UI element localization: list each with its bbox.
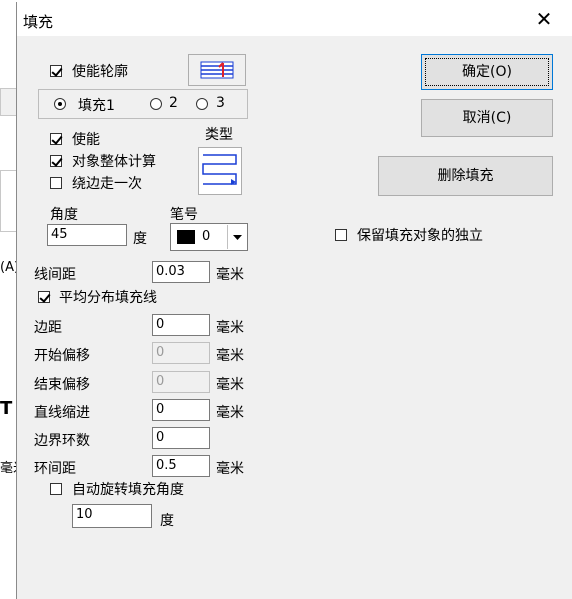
outline-preview-button[interactable] [188, 54, 246, 86]
margin-label: 边距 [34, 320, 62, 336]
enable-outline-label: 使能轮廓 [72, 64, 128, 80]
auto-rotate-checkbox[interactable] [50, 483, 62, 495]
fill-tab-1-radio[interactable] [54, 98, 66, 110]
fill-tab-1-label[interactable]: 填充1 [78, 95, 115, 115]
type-label: 类型 [205, 127, 233, 143]
background-glyph-t: T [0, 398, 13, 419]
end-offset-input[interactable]: 0 [152, 371, 210, 393]
whole-calc-label: 对象整体计算 [72, 154, 156, 170]
ok-button-label: 确定(O) [462, 64, 512, 80]
line-indent-label: 直线缩进 [34, 405, 90, 421]
fill-tabs-group: 填充1 2 3 [38, 89, 248, 119]
fill-tab-2-radio[interactable] [150, 98, 162, 110]
fill-tab-3-radio[interactable] [196, 98, 208, 110]
pen-color-swatch [177, 230, 195, 244]
cancel-button[interactable]: 取消(C) [421, 99, 553, 137]
angle-unit: 度 [133, 231, 147, 247]
edge-once-label: 绕边走一次 [72, 176, 142, 192]
background-panel-left [0, 88, 18, 116]
margin-unit: 毫米 [216, 320, 244, 336]
border-loops-label: 边界环数 [34, 433, 90, 449]
pen-label: 笔号 [170, 207, 198, 223]
pen-select[interactable]: 0 [170, 223, 248, 251]
pen-number: 0 [202, 229, 211, 244]
zigzag-fill-icon [202, 154, 237, 185]
cancel-button-label: 取消(C) [462, 110, 512, 126]
fill-type-button[interactable] [198, 147, 242, 195]
start-offset-unit: 毫米 [216, 348, 244, 364]
loop-spacing-unit: 毫米 [216, 461, 244, 477]
line-indent-input[interactable]: 0 [152, 399, 210, 421]
close-icon[interactable]: ✕ [529, 6, 559, 32]
line-spacing-unit: 毫米 [216, 267, 244, 283]
keep-independent-label: 保留填充对象的独立 [357, 228, 483, 244]
line-indent-unit: 毫米 [216, 405, 244, 421]
loop-spacing-label: 环间距 [34, 461, 76, 477]
loop-spacing-input[interactable]: 0.5 [152, 455, 210, 477]
keep-independent-checkbox[interactable] [335, 229, 347, 241]
title-bar: 填充 ✕ [17, 2, 572, 36]
fill-tab-2-label[interactable]: 2 [169, 95, 178, 111]
enable-fill-checkbox[interactable] [50, 133, 62, 145]
delete-fill-button[interactable]: 删除填充 [378, 156, 553, 196]
background-panel-left-2 [0, 170, 18, 232]
enable-fill-label: 使能 [72, 132, 100, 148]
ok-button[interactable]: 确定(O) [421, 54, 553, 90]
auto-rotate-label: 自动旋转填充角度 [72, 482, 184, 498]
end-offset-unit: 毫米 [216, 377, 244, 393]
delete-fill-button-label: 删除填充 [437, 168, 494, 184]
line-spacing-input[interactable]: 0.03 [152, 261, 210, 283]
angle-label: 角度 [50, 207, 78, 223]
avg-distribute-checkbox[interactable] [38, 291, 50, 303]
fill-tab-3-label[interactable]: 3 [216, 95, 225, 111]
angle-input[interactable]: 45 [47, 224, 127, 246]
hatch-lines-icon [200, 61, 234, 79]
start-offset-label: 开始偏移 [34, 348, 90, 364]
line-spacing-label: 线间距 [34, 267, 76, 283]
whole-calc-checkbox[interactable] [50, 155, 62, 167]
margin-input[interactable]: 0 [152, 314, 210, 336]
end-offset-label: 结束偏移 [34, 377, 90, 393]
dropdown-arrow-icon[interactable] [227, 225, 247, 249]
enable-outline-checkbox[interactable] [50, 65, 62, 77]
fill-dialog: 填充 ✕ 使能轮廓 填充1 2 3 使能 对象整体计算 绕边走一次 类型 角度 … [17, 2, 572, 599]
edge-once-checkbox[interactable] [50, 177, 62, 189]
avg-distribute-label: 平均分布填充线 [59, 290, 157, 306]
border-loops-input[interactable]: 0 [152, 427, 210, 449]
start-offset-input[interactable]: 0 [152, 342, 210, 364]
dialog-title: 填充 [23, 13, 54, 31]
rotate-angle-input[interactable]: 10 [72, 504, 152, 528]
rotate-angle-unit: 度 [160, 513, 174, 529]
